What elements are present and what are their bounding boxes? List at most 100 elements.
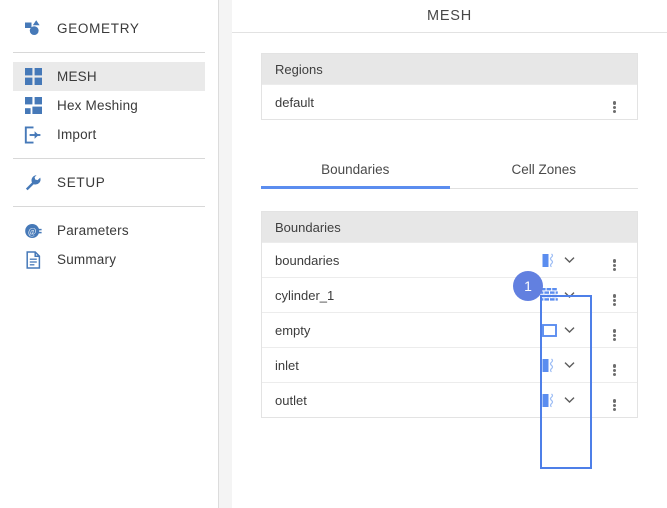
kebab-menu-icon[interactable] [591, 257, 637, 272]
kebab-dot [612, 373, 616, 377]
kebab-dot [612, 403, 616, 407]
sidebar-group-geometry: GEOMETRY [0, 14, 218, 43]
kebab-menu-icon[interactable] [591, 99, 637, 114]
patch-icon [539, 251, 559, 269]
sidebar-item-mesh[interactable]: MESH [13, 62, 205, 91]
chevron-down-icon[interactable] [562, 393, 576, 407]
sidebar-divider-1 [13, 52, 205, 53]
table-row[interactable]: outlet [262, 382, 637, 417]
region-name: default [275, 94, 315, 110]
kebab-dot [612, 101, 616, 105]
summary-document-icon [23, 250, 43, 270]
boundary-type-selector[interactable] [539, 391, 591, 409]
tab-boundaries[interactable]: Boundaries [261, 162, 450, 189]
main-body: Regions default Boundaries Cell Zones Bo… [232, 33, 667, 418]
kebab-dot [612, 303, 616, 307]
kebab-dot [612, 110, 616, 114]
kebab-menu-icon[interactable] [591, 362, 637, 377]
kebab-dot [612, 333, 616, 337]
sidebar-item-label-setup: SETUP [57, 175, 106, 190]
sidebar-group-tools: @ Parameters Summary [0, 216, 218, 274]
regions-panel-header: Regions [262, 54, 637, 84]
boundary-name: cylinder_1 [275, 287, 335, 303]
sidebar-item-label-hex-meshing: Hex Meshing [57, 98, 138, 113]
panel-gutter [219, 0, 232, 508]
boundary-type-selector[interactable] [539, 286, 591, 304]
chevron-down-icon[interactable] [562, 253, 576, 267]
tab-cell-zones-label: Cell Zones [511, 162, 577, 177]
kebab-dot [612, 399, 616, 403]
kebab-dots [612, 328, 616, 342]
boundary-type-selector[interactable] [539, 251, 591, 269]
boundary-name: outlet [275, 392, 307, 408]
empty-square-icon [539, 321, 559, 339]
tab-boundaries-label: Boundaries [321, 162, 390, 177]
boundary-name: empty [275, 322, 311, 338]
kebab-dot [612, 105, 616, 109]
geometry-icon [23, 19, 43, 39]
sidebar-item-import[interactable]: Import [13, 120, 205, 149]
kebab-dots [612, 398, 616, 412]
svg-text:@: @ [28, 226, 36, 236]
chevron-down-icon[interactable] [562, 323, 576, 337]
kebab-menu-icon[interactable] [591, 292, 637, 307]
kebab-dots [612, 100, 616, 114]
kebab-dot [612, 298, 616, 302]
sidebar-item-label-parameters: Parameters [57, 223, 129, 238]
wrench-icon [23, 173, 43, 193]
sidebar-divider-3 [13, 206, 205, 207]
kebab-dot [612, 338, 616, 342]
annotation-badge: 1 [513, 271, 543, 301]
boundary-name: inlet [275, 357, 299, 373]
kebab-dot [612, 263, 616, 267]
kebab-dot [612, 259, 616, 263]
main-panel: MESH Regions default Boundaries Cell Zon… [232, 0, 667, 508]
sidebar-item-parameters[interactable]: @ Parameters [13, 216, 205, 245]
kebab-dots [612, 258, 616, 272]
regions-panel: Regions default [261, 53, 638, 120]
table-row[interactable]: empty [262, 312, 637, 347]
table-row[interactable]: boundaries [262, 242, 637, 277]
boundaries-panel: Boundaries boundaries cylinder_1 empty i… [261, 211, 638, 418]
chevron-down-icon[interactable] [562, 358, 576, 372]
sidebar-item-summary[interactable]: Summary [13, 245, 205, 274]
patch-icon [539, 356, 559, 374]
kebab-dot [612, 329, 616, 333]
sidebar-item-setup[interactable]: SETUP [13, 168, 205, 197]
patch-icon [539, 391, 559, 409]
kebab-dot [612, 368, 616, 372]
kebab-menu-icon[interactable] [591, 327, 637, 342]
sidebar-item-hex-meshing[interactable]: Hex Meshing [13, 91, 205, 120]
main-header: MESH [232, 0, 667, 33]
kebab-dot [612, 408, 616, 412]
boundary-name: boundaries [275, 252, 340, 268]
kebab-dots [612, 293, 616, 307]
boundary-type-selector[interactable] [539, 356, 591, 374]
kebab-dot [612, 294, 616, 298]
sidebar-item-label-geometry: GEOMETRY [57, 21, 140, 36]
sidebar-group-mesh: MESH Hex Meshing Import [0, 62, 218, 149]
sidebar-divider-2 [13, 158, 205, 159]
tab-cell-zones[interactable]: Cell Zones [450, 162, 639, 188]
sidebar-group-setup: SETUP [0, 168, 218, 197]
parameters-icon: @ [23, 221, 43, 241]
table-row[interactable]: inlet [262, 347, 637, 382]
table-row[interactable]: default [262, 84, 637, 119]
kebab-dots [612, 363, 616, 377]
sidebar-item-label-mesh: MESH [57, 69, 97, 84]
kebab-dot [612, 268, 616, 272]
application-window: GEOMETRY MESH Hex Meshing Import SETUP @… [0, 0, 667, 508]
boundaries-header-label: Boundaries [275, 219, 341, 235]
boundary-type-selector[interactable] [539, 321, 591, 339]
table-row[interactable]: cylinder_1 [262, 277, 637, 312]
annotation-badge-label: 1 [524, 278, 532, 294]
kebab-menu-icon[interactable] [591, 397, 637, 412]
sidebar: GEOMETRY MESH Hex Meshing Import SETUP @… [0, 0, 218, 508]
regions-header-label: Regions [275, 61, 323, 77]
chevron-down-icon[interactable] [562, 288, 576, 302]
sidebar-item-geometry[interactable]: GEOMETRY [13, 14, 205, 43]
hex-mesh-icon [23, 96, 43, 116]
kebab-dot [612, 364, 616, 368]
mesh-grid-icon [23, 67, 43, 87]
boundaries-panel-header: Boundaries [262, 212, 637, 242]
